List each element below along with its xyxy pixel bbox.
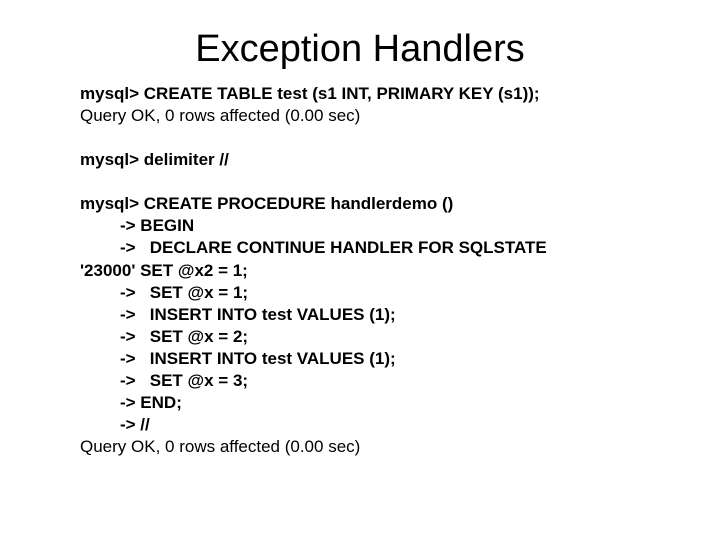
blank-line	[80, 171, 640, 193]
slide-title: Exception Handlers	[80, 28, 640, 71]
code-line: -> BEGIN	[80, 215, 640, 237]
code-line: -> END;	[80, 392, 640, 414]
code-line: -> SET @x = 2;	[80, 326, 640, 348]
code-line: -> DECLARE CONTINUE HANDLER FOR SQLSTATE	[80, 237, 640, 259]
code-line: -> SET @x = 3;	[80, 370, 640, 392]
code-line: mysql> CREATE PROCEDURE handlerdemo ()	[80, 193, 640, 215]
code-block: mysql> CREATE TABLE test (s1 INT, PRIMAR…	[80, 83, 640, 458]
code-line: Query OK, 0 rows affected (0.00 sec)	[80, 436, 640, 458]
code-line: mysql> delimiter //	[80, 149, 640, 171]
code-line: Query OK, 0 rows affected (0.00 sec)	[80, 105, 640, 127]
code-line: -> SET @x = 1;	[80, 282, 640, 304]
blank-line	[80, 127, 640, 149]
code-line: -> INSERT INTO test VALUES (1);	[80, 304, 640, 326]
code-line: mysql> CREATE TABLE test (s1 INT, PRIMAR…	[80, 83, 640, 105]
code-line: '23000' SET @x2 = 1;	[80, 260, 640, 282]
code-line: -> INSERT INTO test VALUES (1);	[80, 348, 640, 370]
code-line: -> //	[80, 414, 640, 436]
